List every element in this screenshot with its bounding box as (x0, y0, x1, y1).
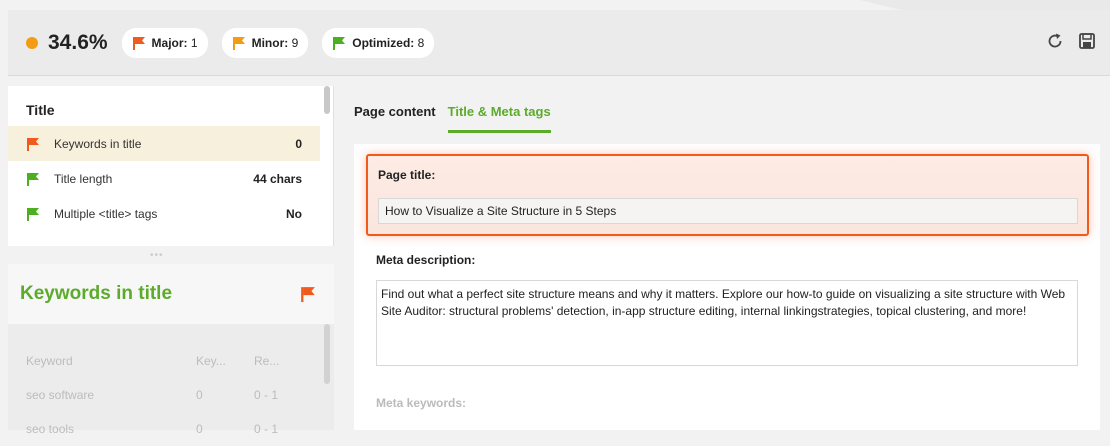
pill-count: 9 (291, 35, 299, 50)
table-cell: 0 (196, 388, 203, 402)
summary-bar: 34.6% Major: 1 Minor: 9 Optimized: 8 (8, 10, 1110, 76)
flag-icon (301, 287, 315, 302)
column-header[interactable]: Re... (254, 354, 304, 368)
table-row[interactable]: seo tools 0 0 - 1 (26, 412, 304, 446)
content-tabs: Page content Title & Meta tags (354, 104, 551, 133)
page-title-field[interactable]: How to Visualize a Site Structure in 5 S… (378, 198, 1078, 224)
issue-label: Keywords in title (54, 136, 142, 151)
page-title-label: Page title: (378, 168, 436, 182)
table-cell: 0 - 1 (254, 388, 279, 402)
flag-icon (27, 137, 39, 151)
keywords-scrollbar[interactable] (324, 324, 330, 384)
flag-icon (333, 36, 346, 50)
table-cell: 0 - 1 (254, 422, 279, 436)
issue-detail-header: Keywords in title (8, 264, 334, 324)
issue-value: 0 (295, 136, 302, 151)
flag-icon (232, 36, 245, 50)
panel-resize-handle[interactable]: ••• (150, 250, 164, 261)
major-issues-pill[interactable]: Major: 1 (121, 27, 208, 58)
column-header[interactable]: Keyword (26, 354, 196, 368)
issues-list-panel: Title Keywords in title 0 Title length 4… (8, 86, 334, 246)
keywords-table: Keyword Key... Re... seo software 0 0 - … (26, 344, 304, 446)
pill-count: 1 (190, 35, 198, 50)
table-cell: 0 (196, 422, 203, 436)
table-cell: seo tools (26, 422, 75, 436)
section-title: Title (26, 102, 55, 118)
main-content-panel: Page content Title & Meta tags Page titl… (338, 86, 1110, 430)
tab-title-meta-tags[interactable]: Title & Meta tags (447, 104, 551, 133)
refresh-icon[interactable] (1046, 32, 1064, 50)
pill-label: Minor: (251, 35, 289, 50)
minor-issues-pill[interactable]: Minor: 9 (221, 27, 309, 58)
score-status-icon (26, 36, 38, 49)
keywords-table-panel: Keyword Key... Re... seo software 0 0 - … (8, 324, 334, 436)
flag-icon (132, 36, 145, 50)
issue-row-multiple-title-tags[interactable]: Multiple <title> tags No (8, 196, 320, 231)
flag-icon (27, 207, 39, 221)
meta-description-field[interactable]: Find out what a perfect site structure m… (376, 280, 1078, 366)
flag-icon (27, 172, 39, 186)
pill-label: Major: (151, 35, 188, 50)
issue-row-keywords-in-title[interactable]: Keywords in title 0 (8, 126, 320, 161)
meta-description-label: Meta description: (376, 253, 476, 267)
issue-label: Title length (54, 171, 113, 186)
table-header: Keyword Key... Re... (26, 344, 304, 378)
pill-count: 8 (417, 35, 425, 50)
save-icon[interactable] (1078, 32, 1096, 50)
table-row[interactable]: seo software 0 0 - 1 (26, 378, 304, 412)
tab-page-content[interactable]: Page content (354, 104, 436, 133)
optimized-pill[interactable]: Optimized: 8 (322, 27, 435, 58)
issue-value: No (286, 206, 302, 221)
issue-row-title-length[interactable]: Title length 44 chars (8, 161, 320, 196)
table-cell: seo software (26, 388, 95, 402)
pill-label: Optimized: (352, 35, 415, 50)
issue-value: 44 chars (253, 171, 302, 186)
issues-scrollbar[interactable] (324, 86, 330, 114)
optimization-score: 34.6% (48, 30, 108, 54)
column-header[interactable]: Key... (196, 354, 254, 368)
meta-keywords-label: Meta keywords: (376, 396, 467, 410)
issue-detail-title: Keywords in title (20, 283, 173, 304)
issue-label: Multiple <title> tags (54, 206, 158, 221)
